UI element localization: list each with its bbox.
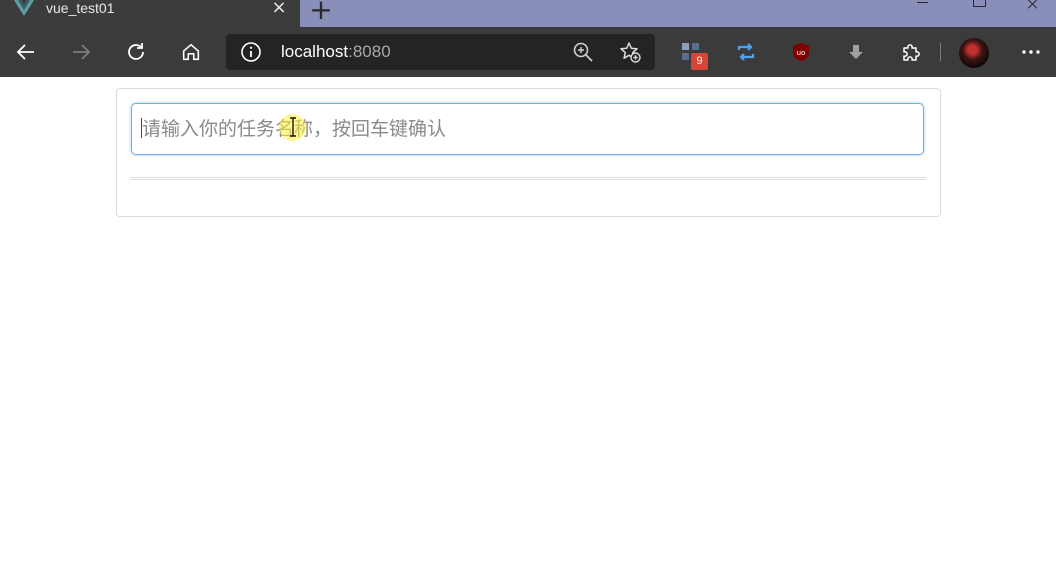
reload-button[interactable] bbox=[121, 37, 151, 67]
toolbar-separator bbox=[940, 43, 941, 61]
reload-icon bbox=[128, 43, 144, 60]
profile-avatar[interactable] bbox=[959, 38, 989, 68]
tab-close-icon[interactable]: × bbox=[270, 0, 288, 18]
add-favorite-icon[interactable] bbox=[618, 40, 642, 64]
browser-toolbar: localhost:8080 uo bbox=[0, 27, 1056, 77]
url-port: :8080 bbox=[348, 42, 391, 61]
svg-text:uo: uo bbox=[797, 49, 806, 57]
home-button[interactable] bbox=[176, 37, 206, 67]
puzzle-icon bbox=[903, 44, 920, 61]
more-dots-icon bbox=[1022, 50, 1040, 54]
zoom-in-icon[interactable] bbox=[572, 41, 594, 63]
download-extension-button[interactable] bbox=[841, 37, 871, 67]
extension-count-badge: 9 bbox=[691, 53, 708, 70]
browser-tab[interactable]: vue_test01 × bbox=[0, 0, 300, 27]
home-icon bbox=[182, 43, 200, 61]
settings-more-button[interactable] bbox=[1016, 37, 1046, 67]
list-divider bbox=[131, 177, 926, 180]
url-host: localhost bbox=[281, 42, 349, 61]
address-bar[interactable]: localhost:8080 bbox=[226, 34, 655, 70]
new-tab-button[interactable]: + bbox=[307, 0, 335, 24]
ibeam-cursor-icon bbox=[290, 117, 296, 137]
ublock-extension-button[interactable]: uo bbox=[786, 37, 816, 67]
window-maximize-button[interactable] bbox=[956, 0, 1002, 14]
text-caret bbox=[141, 118, 142, 138]
download-arrow-icon bbox=[849, 45, 863, 59]
forward-button[interactable] bbox=[66, 37, 96, 67]
task-name-input[interactable] bbox=[131, 103, 924, 155]
sync-icon bbox=[737, 43, 755, 61]
window-minimize-button[interactable] bbox=[900, 0, 946, 14]
vue-logo-icon bbox=[14, 0, 34, 16]
ublock-shield-icon: uo bbox=[793, 43, 809, 61]
todo-container bbox=[116, 88, 941, 217]
window-close-button[interactable] bbox=[1012, 0, 1056, 14]
back-arrow-icon bbox=[16, 44, 34, 60]
page-content bbox=[0, 77, 1056, 575]
sync-extension-button[interactable] bbox=[731, 37, 761, 67]
url-text[interactable]: localhost:8080 bbox=[281, 42, 391, 62]
forward-arrow-icon bbox=[73, 44, 91, 60]
title-bar: vue_test01 × + bbox=[0, 0, 1056, 27]
back-button[interactable] bbox=[11, 37, 41, 67]
tab-title: vue_test01 bbox=[46, 0, 115, 16]
site-info-icon[interactable] bbox=[240, 41, 262, 63]
extensions-menu-button[interactable] bbox=[896, 37, 926, 67]
